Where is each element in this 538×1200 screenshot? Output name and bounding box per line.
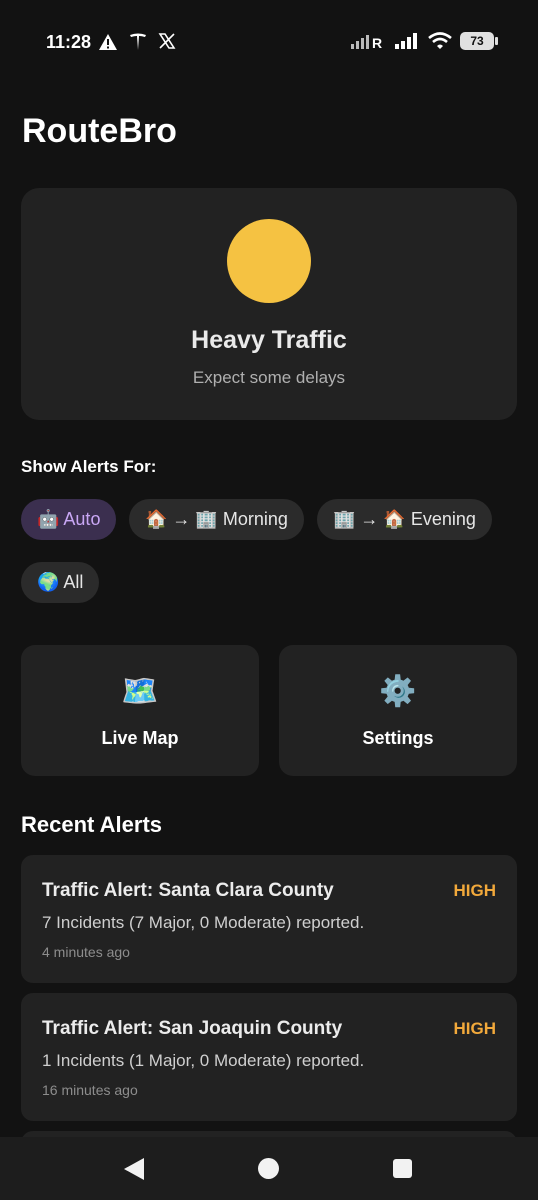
x-icon: [158, 33, 176, 49]
alerts-for-label: Show Alerts For:: [21, 457, 157, 476]
filter-chip-auto[interactable]: 🤖 Auto: [21, 499, 117, 540]
live-map-button[interactable]: 🗺️ Live Map: [21, 645, 259, 776]
chip-label: 🌍 All: [37, 572, 84, 592]
map-icon: 🗺️: [121, 675, 159, 708]
traffic-status-card: Heavy Traffic Expect some delays: [21, 188, 517, 420]
filter-chip-evening[interactable]: 🏢 → 🏠 Evening: [317, 499, 492, 540]
filter-chip-all[interactable]: 🌍 All: [21, 562, 100, 603]
filter-chip-morning[interactable]: 🏠 → 🏢 Morning: [129, 499, 304, 540]
system-nav-bar: [0, 1137, 538, 1200]
signal-icon: [395, 33, 417, 49]
alert-timestamp: 4 minutes ago: [42, 944, 130, 960]
recent-alerts-title: Recent Alerts: [21, 812, 163, 837]
live-map-label: Live Map: [101, 728, 179, 748]
alert-card[interactable]: Traffic Alert: Santa Clara County HIGH 7…: [21, 855, 517, 983]
traffic-indicator: [227, 219, 311, 303]
alert-title: Traffic Alert: Santa Clara County: [42, 880, 334, 901]
settings-label: Settings: [362, 728, 434, 748]
traffic-status-subtitle: Expect some delays: [192, 368, 346, 387]
chip-label: 🤖 Auto: [37, 509, 101, 529]
svg-text:R: R: [372, 35, 382, 50]
app-title: RouteBro: [22, 112, 177, 150]
screen: 11:28 R 73 RouteBro Heavy Traffic Expect…: [0, 0, 538, 1200]
alert-card[interactable]: Traffic Alert: San Joaquin County HIGH 1…: [21, 993, 517, 1121]
tesla-icon: [130, 33, 146, 50]
traffic-status-title: Heavy Traffic: [191, 326, 347, 354]
alert-severity-badge: HIGH: [453, 1019, 497, 1038]
signal-r-icon: R: [351, 35, 382, 50]
recents-icon[interactable]: [393, 1159, 412, 1178]
alert-title: Traffic Alert: San Joaquin County: [42, 1018, 343, 1039]
battery-level: 73: [470, 34, 484, 48]
back-icon[interactable]: [124, 1158, 144, 1180]
gear-icon: ⚙️: [379, 675, 417, 708]
system-icons: R 73: [350, 32, 498, 50]
warning-icon: [99, 34, 117, 50]
notification-icons: [98, 32, 176, 52]
battery-icon: 73: [460, 32, 498, 50]
alert-description: 7 Incidents (7 Major, 0 Moderate) report…: [42, 913, 365, 932]
chip-label: 🏢 → 🏠 Evening: [333, 509, 476, 529]
chip-label: 🏠 → 🏢 Morning: [145, 509, 288, 529]
status-bar: 11:28 R 73: [0, 28, 538, 60]
alert-description: 1 Incidents (1 Major, 0 Moderate) report…: [42, 1051, 365, 1070]
settings-button[interactable]: ⚙️ Settings: [279, 645, 517, 776]
status-time: 11:28: [46, 32, 92, 52]
alert-timestamp: 16 minutes ago: [42, 1082, 138, 1098]
home-icon[interactable]: [258, 1158, 279, 1179]
alert-severity-badge: HIGH: [453, 881, 497, 900]
wifi-icon: [428, 32, 452, 49]
